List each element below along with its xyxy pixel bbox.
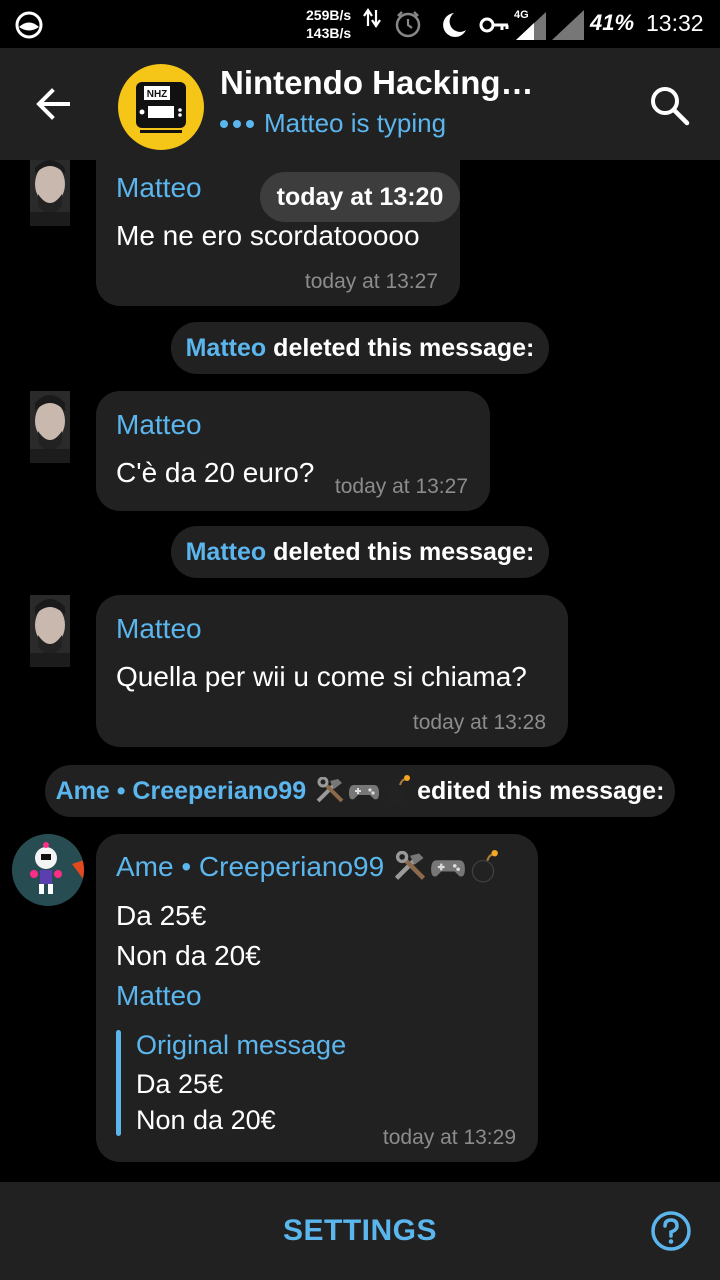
sender-name[interactable]: Matteo [116,409,202,441]
service-action: deleted this message: [273,537,535,566]
service-message: Matteo deleted this message: [171,526,549,578]
sender-name-text: Ame • Creeperiano99 [116,851,385,882]
service-message: Matteo deleted this message: [171,322,549,374]
clock: 13:32 [646,10,704,36]
message-time: today at 13:27 [304,270,438,293]
back-arrow-icon[interactable] [28,78,80,130]
signal-icon [552,10,584,40]
group-avatar[interactable]: NHZ [118,64,204,150]
sender-name[interactable]: Ame • Creeperiano99 [116,850,499,884]
service-action: edited this message: [417,776,665,805]
chat-header: NHZ Nintendo Hacking… Matteo is typing [0,48,720,160]
service-actor[interactable]: Ame • Creeperiano99 [56,777,307,806]
service-message: Ame • Creeperiano99 edited this message: [45,765,675,817]
message-bubble[interactable]: Matteo C'è da 20 euro? today at 13:27 [96,391,490,511]
nhz-logo-icon: NHZ [136,82,186,133]
alarm-icon [395,11,421,38]
speed-up: 143B/s [306,25,352,41]
service-actor[interactable]: Matteo [186,538,267,567]
do-not-disturb-moon-icon [443,13,466,37]
message-time: today at 13:29 [382,1126,516,1149]
message-time: today at 13:28 [412,711,546,734]
message-text: Quella per wii u come si chiama? [116,661,527,692]
typing-text: Matteo is typing [264,108,447,138]
avatar-creeperiano[interactable] [12,834,84,906]
chat-title[interactable]: Nintendo Hacking… [220,64,534,102]
battery-percent: 41% [590,10,635,35]
app-notification-icon [15,11,43,39]
hammer-wrench-icon [395,851,426,880]
date-pill: today at 13:20 [260,172,460,222]
speed-down: 259B/s [306,7,352,23]
avatar-matteo[interactable] [30,595,70,667]
network-speed: 259B/s 143B/s [306,6,358,42]
message-bubble[interactable]: Ame • Creeperiano99 Da 25€ Non da 20€ Ma… [96,834,538,1162]
mention-link[interactable]: Matteo [116,980,202,1012]
help-icon[interactable] [650,1210,692,1252]
badge-emojis [314,775,411,807]
status-bar: 259B/s 143B/s 4G 41% 13:32 [0,0,720,48]
message-text-line: Non da 20€ [116,940,261,971]
svg-text:4G: 4G [514,9,529,21]
bomb-icon [472,850,499,883]
status-icons: 4G [363,8,584,40]
game-controller-icon [349,785,380,800]
quote-bar [116,1030,121,1136]
service-actor[interactable]: Matteo [186,334,267,363]
svg-text:NHZ: NHZ [147,89,168,100]
message-text-line: Da 25€ [116,900,207,931]
avatar-matteo[interactable] [30,160,70,226]
service-action: deleted this message: [273,333,535,362]
bottom-bar: SETTINGS [0,1182,720,1280]
bomb-icon [386,775,411,805]
quote-title[interactable]: Original message [136,1030,346,1061]
hammer-wrench-icon [316,777,344,803]
quote-line: Da 25€ [136,1069,224,1099]
data-arrows-icon [363,8,381,28]
search-icon[interactable] [646,82,692,128]
message-list[interactable]: Matteo Me ne ero scordatooooo today at 1… [0,160,720,1182]
message-text: C'è da 20 euro? [116,457,315,488]
message-time: today at 13:27 [334,475,468,498]
badge-emojis [392,850,499,884]
sender-name[interactable]: Matteo [116,613,202,645]
avatar-matteo[interactable] [30,391,70,463]
typing-status: Matteo is typing [220,108,446,139]
vpn-key-icon [479,17,509,33]
game-controller-icon [431,860,466,877]
message-bubble[interactable]: Matteo Quella per wii u come si chiama? … [96,595,568,747]
message-text: Me ne ero scordatooooo [116,220,420,251]
typing-dots-icon [220,119,254,128]
quote-line: Non da 20€ [136,1105,276,1135]
sender-name[interactable]: Matteo [116,172,202,204]
settings-button[interactable]: SETTINGS [0,1182,720,1280]
